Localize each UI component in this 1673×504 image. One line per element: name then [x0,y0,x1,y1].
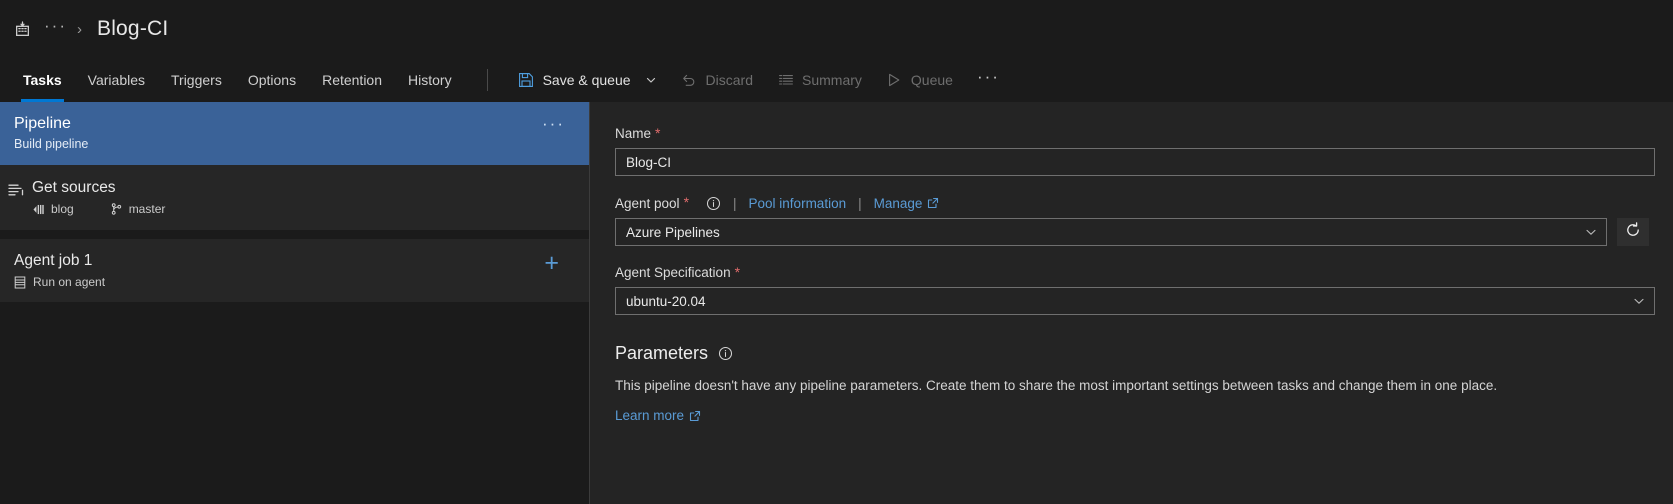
agent-specification-select[interactable]: ubuntu-20.04 [615,287,1655,315]
pipeline-subtitle: Build pipeline [14,137,89,151]
editor-toolbar: Tasks Variables Triggers Options Retenti… [0,58,1673,102]
name-label-row: Name * [615,126,1655,141]
get-sources-body: Get sources blog master [32,178,573,216]
tab-options[interactable]: Options [235,58,309,102]
agent-specification-label-row: Agent Specification * [615,265,1655,280]
agent-specification-field-group: Agent Specification * ubuntu-20.04 [615,265,1655,315]
properties-pane: Name * Blog-CI Agent pool * | Pool infor… [590,102,1673,504]
save-and-queue-button[interactable]: Save & queue [506,58,669,102]
tab-label: Variables [87,72,145,88]
list-icon [777,72,794,89]
discard-label: Discard [705,72,754,88]
agent-pool-row: Azure Pipelines [615,218,1655,246]
breadcrumb: ··· › Blog-CI [0,0,1673,58]
play-icon [886,72,903,89]
name-input-value: Blog-CI [626,154,672,170]
branch-name: master [128,202,166,216]
tree-divider [0,230,589,239]
breadcrumb-overflow-button[interactable]: ··· [36,17,75,38]
parameters-section-title: Parameters [615,343,1655,364]
agent-pool-label-row: Agent pool * | Pool information | Manage [615,195,1655,211]
get-sources-title: Get sources [32,179,116,196]
parameters-description: This pipeline doesn't have any pipeline … [615,378,1498,393]
manage-link[interactable]: Manage [874,196,923,211]
refresh-icon [1624,221,1642,244]
save-and-queue-label: Save & queue [542,72,631,88]
azure-repos-icon [32,203,45,216]
tab-label: Tasks [23,72,62,88]
page-title: Blog-CI [96,17,169,40]
tab-label: Retention [322,72,383,88]
tree-item-get-sources[interactable]: Get sources blog master [0,165,589,230]
save-icon [518,72,535,89]
add-task-button[interactable]: + [544,251,559,276]
external-link-icon [689,410,701,422]
info-icon[interactable] [717,346,733,362]
agent-job-meta: Run on agent [14,275,573,289]
tab-history[interactable]: History [395,58,465,102]
chevron-down-icon [1584,225,1598,239]
repo-name: blog [51,202,74,216]
pipelines-home-icon[interactable] [8,18,36,40]
summary-label: Summary [802,72,862,88]
tab-triggers[interactable]: Triggers [158,58,235,102]
get-sources-icon [0,178,32,216]
agent-pool-select[interactable]: Azure Pipelines [615,218,1607,246]
required-indicator: * [655,125,661,141]
server-icon [14,276,26,289]
discard-button[interactable]: Discard [669,58,765,102]
queue-label: Queue [910,72,953,88]
tab-bar: Tasks Variables Triggers Options Retenti… [0,58,465,102]
agent-job-subtitle: Run on agent [33,275,106,289]
name-label: Name [615,126,652,141]
summary-button[interactable]: Summary [765,58,874,102]
branch-icon [110,202,123,216]
tab-label: History [408,72,452,88]
undo-icon [681,72,698,89]
refresh-agent-pool-button[interactable] [1617,218,1649,246]
agent-job-body: Agent job 1 Run on agent [0,251,573,289]
pipeline-tree-pane: Pipeline Build pipeline ··· Get sources [0,102,590,504]
learn-more-link[interactable]: Learn more [615,408,701,423]
tab-tasks[interactable]: Tasks [10,58,75,102]
pipeline-more-button[interactable]: ··· [542,115,565,132]
pool-information-link[interactable]: Pool information [749,196,847,211]
info-icon[interactable] [705,195,721,211]
toolbar-more-button[interactable]: ··· [965,58,1012,102]
chevron-down-icon [1632,294,1646,308]
breadcrumb-separator: › [76,20,82,38]
chevron-down-icon[interactable] [645,74,657,86]
editor-body: Pipeline Build pipeline ··· Get sources [0,102,1673,504]
learn-more-label: Learn more [615,408,685,423]
agent-specification-value: ubuntu-20.04 [626,293,706,309]
agent-pool-value: Azure Pipelines [626,224,720,240]
agent-specification-label: Agent Specification [615,265,731,280]
tab-retention[interactable]: Retention [309,58,395,102]
tree-item-pipeline[interactable]: Pipeline Build pipeline ··· [0,102,589,165]
tree-item-agent-job[interactable]: Agent job 1 Run on agent + [0,239,589,302]
repo-chip: blog [32,202,74,216]
label-separator: | [733,195,737,211]
external-link-icon[interactable] [927,197,939,209]
parameters-title: Parameters [615,343,709,363]
agent-pool-label: Agent pool [615,195,680,211]
required-indicator: * [683,194,690,210]
name-input[interactable]: Blog-CI [615,148,1655,176]
tab-label: Triggers [171,72,222,88]
queue-button[interactable]: Queue [874,58,965,102]
name-field-group: Name * Blog-CI [615,126,1655,176]
tab-variables[interactable]: Variables [75,58,158,102]
agent-pool-field-group: Agent pool * | Pool information | Manage [615,195,1655,246]
required-indicator: * [734,264,741,280]
get-sources-meta: blog master [32,202,573,216]
azure-pipelines-editor: ··· › Blog-CI Tasks Variables Triggers O… [0,0,1673,504]
toolbar-divider [486,69,488,91]
tab-label: Options [247,72,297,88]
toolbar-actions: Save & queue Discard Summary Queue ··· [506,58,1012,102]
agent-job-title: Agent job 1 [14,252,93,269]
branch-chip: master [110,202,166,216]
label-separator: | [858,195,862,211]
pipeline-title: Pipeline [14,115,71,132]
